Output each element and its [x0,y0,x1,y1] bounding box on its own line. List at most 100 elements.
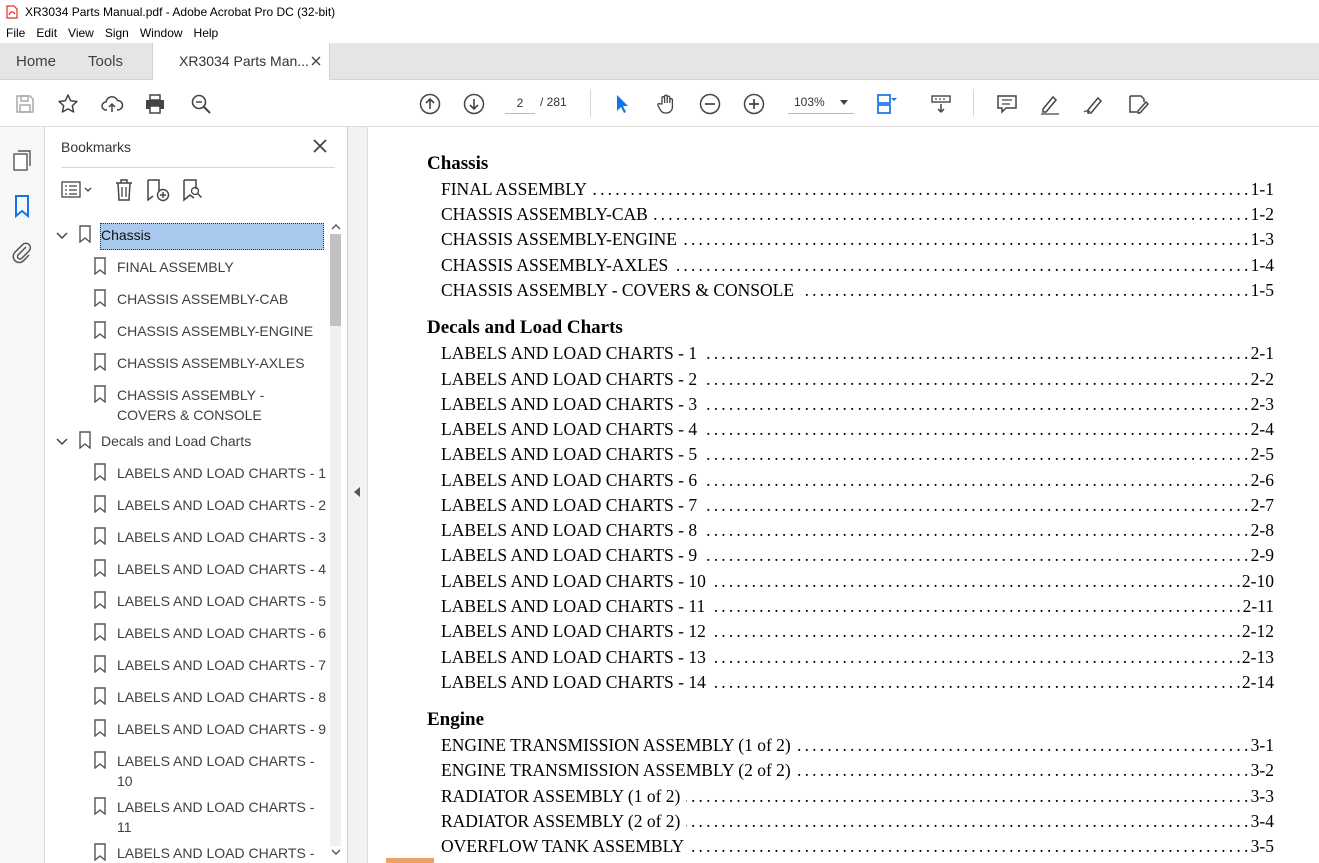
menu-view[interactable]: View [62,26,99,40]
toc-entry[interactable]: ........................................… [441,571,1274,593]
toc-entry[interactable]: ........................................… [441,621,1274,643]
zoom-out-icon[interactable] [697,91,723,117]
bookmarks-icon[interactable] [9,193,35,219]
toolbar: / 281 103% [0,80,1319,127]
toc-entry[interactable]: ........................................… [441,419,1274,441]
bookmark-item[interactable]: LABELS AND LOAD CHARTS - 12 [45,838,328,863]
toc-entry[interactable]: ........................................… [441,470,1274,492]
zoom-in-icon[interactable] [741,91,767,117]
menu-file[interactable]: File [0,26,30,40]
save-icon[interactable] [12,91,38,117]
bookmark-label: CHASSIS ASSEMBLY - COVERS & CONSOLE [117,387,265,423]
select-cursor-icon[interactable] [609,91,635,117]
bookmark-item[interactable]: CHASSIS ASSEMBLY - COVERS & CONSOLE [45,380,328,426]
toc-page: 2-2 [1248,369,1274,390]
toc-entry[interactable]: ........................................… [441,204,1274,226]
search-bookmark-icon[interactable] [180,177,206,203]
highlight-pen-icon[interactable] [1037,91,1063,117]
fill-sign-icon[interactable] [1125,91,1151,117]
toc-entry[interactable]: ........................................… [441,369,1274,391]
attachments-icon[interactable] [9,239,35,265]
page-thumbnails-icon[interactable] [9,147,35,173]
bookmark-item[interactable]: CHASSIS ASSEMBLY-ENGINE [45,316,328,346]
bookmark-item[interactable]: LABELS AND LOAD CHARTS - 9 [45,714,328,744]
bookmark-item[interactable]: CHASSIS ASSEMBLY-CAB [45,284,328,314]
sign-pen-icon[interactable] [1081,91,1107,117]
menu-sign[interactable]: Sign [99,26,134,40]
bookmark-item[interactable]: LABELS AND LOAD CHARTS - 7 [45,650,328,680]
bookmark-icon [79,431,91,449]
zoom-select[interactable]: 103% [788,92,854,114]
chevron-down-icon[interactable] [56,436,68,448]
toc-entry[interactable]: ........................................… [441,495,1274,517]
tab-home[interactable]: Home [16,43,56,80]
close-tab-icon[interactable] [309,54,323,68]
bookmark-item[interactable]: LABELS AND LOAD CHARTS - 2 [45,490,328,520]
delete-icon[interactable] [111,177,137,203]
tab-document[interactable]: XR3034 Parts Man... [152,43,330,80]
bookmark-icon [94,289,106,307]
bookmark-item[interactable]: LABELS AND LOAD CHARTS - 4 [45,554,328,584]
upload-cloud-icon[interactable] [99,91,125,117]
chevron-down-icon[interactable] [56,230,68,242]
toc-entry[interactable]: ........................................… [441,760,1274,782]
bookmark-item[interactable]: Decals and Load Charts [45,426,328,456]
toc-entry[interactable]: ........................................… [441,786,1274,808]
bookmark-item[interactable]: LABELS AND LOAD CHARTS - 5 [45,586,328,616]
scroll-up-icon[interactable] [331,222,341,232]
bookmark-item[interactable]: LABELS AND LOAD CHARTS - 1 [45,458,328,488]
toc-entry[interactable]: ........................................… [441,811,1274,833]
close-icon[interactable] [311,137,329,155]
scroll-mode-icon[interactable] [928,91,954,117]
toc-entry[interactable]: ........................................… [441,229,1274,251]
new-bookmark-icon[interactable] [145,177,171,203]
panel-collapse-handle[interactable] [348,127,368,863]
page-number-input[interactable] [505,92,535,114]
print-icon[interactable] [142,91,168,117]
bookmark-item[interactable]: LABELS AND LOAD CHARTS - 3 [45,522,328,552]
toc-entry[interactable]: ........................................… [441,343,1274,365]
toc-page: 2-13 [1239,647,1274,668]
toc-page: 2-8 [1248,520,1274,541]
toc-page: 2-9 [1248,545,1274,566]
comment-icon[interactable] [994,91,1020,117]
star-icon[interactable] [55,91,81,117]
bookmarks-scrollbar[interactable] [328,220,343,860]
toc-entry[interactable]: ........................................… [441,647,1274,669]
toc-entry[interactable]: ........................................… [441,280,1274,302]
bookmark-icon [94,463,106,481]
toc-entry[interactable]: ........................................… [441,179,1274,201]
toc-title: LABELS AND LOAD CHARTS - 10 [441,571,712,592]
hand-tool-icon[interactable] [653,91,679,117]
toc-entry[interactable]: ........................................… [441,520,1274,542]
bookmark-options-icon[interactable] [61,177,95,203]
menu-help[interactable]: Help [188,26,224,40]
bookmark-item[interactable]: CHASSIS ASSEMBLY-AXLES [45,348,328,378]
toc-entry[interactable]: ........................................… [441,255,1274,277]
menu-edit[interactable]: Edit [30,26,62,40]
toc-entry[interactable]: ........................................… [441,394,1274,416]
page-total: / 281 [540,95,567,109]
zoom-search-icon[interactable] [188,91,214,117]
menu-window[interactable]: Window [134,26,188,40]
bookmark-item[interactable]: FINAL ASSEMBLY [45,252,328,282]
next-page-icon[interactable] [461,91,487,117]
status-indicator [386,858,434,863]
toc-entry[interactable]: ........................................… [441,735,1274,757]
toc-entry[interactable]: ........................................… [441,444,1274,466]
bookmark-item[interactable]: LABELS AND LOAD CHARTS - 10 [45,746,328,792]
toc-entry[interactable]: ........................................… [441,596,1274,618]
tab-tools[interactable]: Tools [88,43,123,80]
scrollbar-thumb[interactable] [330,234,341,326]
toc-title: OVERFLOW TANK ASSEMBLY [441,836,691,857]
toc-entry[interactable]: ........................................… [441,672,1274,694]
page-display-icon[interactable] [874,91,900,117]
bookmark-item[interactable]: Chassis [45,220,328,250]
scroll-down-icon[interactable] [331,847,341,857]
previous-page-icon[interactable] [417,91,443,117]
toc-entry[interactable]: ........................................… [441,545,1274,567]
bookmark-item[interactable]: LABELS AND LOAD CHARTS - 11 [45,792,328,838]
bookmark-item[interactable]: LABELS AND LOAD CHARTS - 8 [45,682,328,712]
bookmark-item[interactable]: LABELS AND LOAD CHARTS - 6 [45,618,328,648]
toc-entry[interactable]: ........................................… [441,836,1274,858]
